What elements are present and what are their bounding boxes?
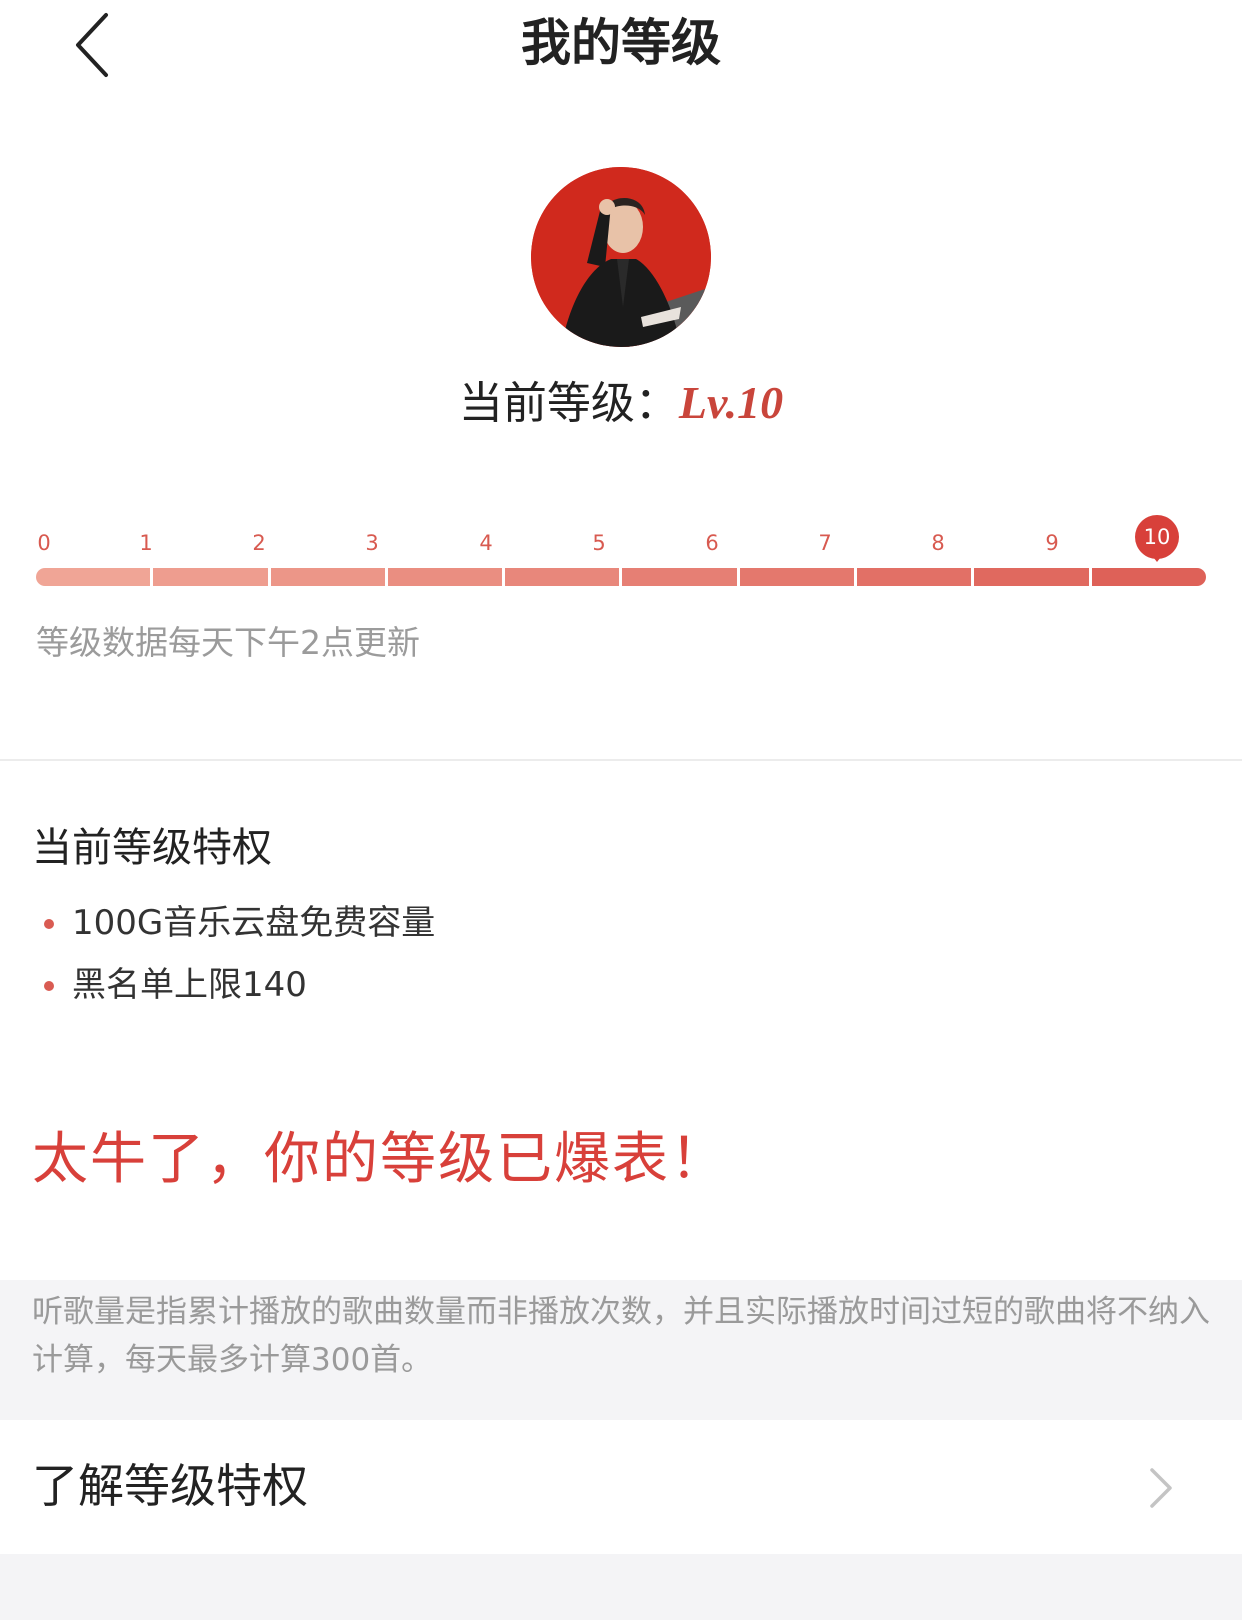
current-level-label: 当前等级： (458, 378, 679, 429)
level-tick-label: 0 (37, 531, 51, 555)
privileges-title: 当前等级特权 (32, 825, 272, 871)
marker-tail (1150, 553, 1164, 562)
privileges-list: 100G音乐云盘免费容量 黑名单上限140 (44, 898, 435, 1022)
avatar-image (531, 167, 711, 347)
progress-segment (270, 568, 385, 586)
info-text: 听歌量是指累计播放的歌曲数量而非播放次数，并且实际播放时间过短的歌曲将不纳入计算… (32, 1294, 1210, 1378)
avatar[interactable] (531, 167, 711, 347)
progress-segment (387, 568, 503, 586)
learn-privileges-link[interactable]: 了解等级特权 (0, 1420, 1242, 1554)
progress-segment (857, 568, 972, 586)
level-tick-label: 8 (931, 531, 945, 555)
level-tick-label: 6 (705, 531, 719, 555)
privilege-text: 黑名单上限140 (72, 965, 307, 1005)
update-note: 等级数据每天下午2点更新 (36, 623, 420, 662)
progress-track (36, 568, 1206, 586)
divider (0, 759, 1242, 761)
learn-privileges-label: 了解等级特权 (32, 1459, 308, 1513)
progress-segment (974, 568, 1089, 586)
level-tick-label: 1 (139, 531, 153, 555)
level-tick-label: 7 (818, 531, 832, 555)
level-value: Lv.10 (678, 377, 784, 428)
level-tick-label: 5 (592, 531, 606, 555)
max-level-message: 太牛了，你的等级已爆表！ (32, 1127, 728, 1192)
progress-segment (622, 568, 737, 586)
level-tick-label: 3 (365, 531, 379, 555)
current-level: 当前等级：Lv.10 (0, 370, 1242, 437)
nav-bar: 我的等级 (0, 0, 1242, 90)
progress-segment (1091, 568, 1206, 586)
progress-segment (36, 568, 151, 586)
bullet-icon (44, 981, 54, 991)
page-title: 我的等级 (521, 14, 721, 72)
progress-segment (505, 568, 620, 586)
progress-segment (153, 568, 268, 586)
level-progress-bar: 0 1 2 3 4 5 6 7 8 9 10 (36, 515, 1206, 590)
privilege-text: 100G音乐云盘免费容量 (72, 903, 436, 943)
level-tick-label: 4 (479, 531, 493, 555)
privilege-item: 黑名单上限140 (44, 960, 435, 1022)
level-tick-label: 2 (252, 531, 266, 555)
progress-segment (739, 568, 855, 586)
chevron-right-icon (1150, 1468, 1172, 1508)
privilege-item: 100G音乐云盘免费容量 (44, 898, 435, 960)
level-tick-label: 9 (1045, 531, 1059, 555)
bullet-icon (44, 919, 54, 929)
